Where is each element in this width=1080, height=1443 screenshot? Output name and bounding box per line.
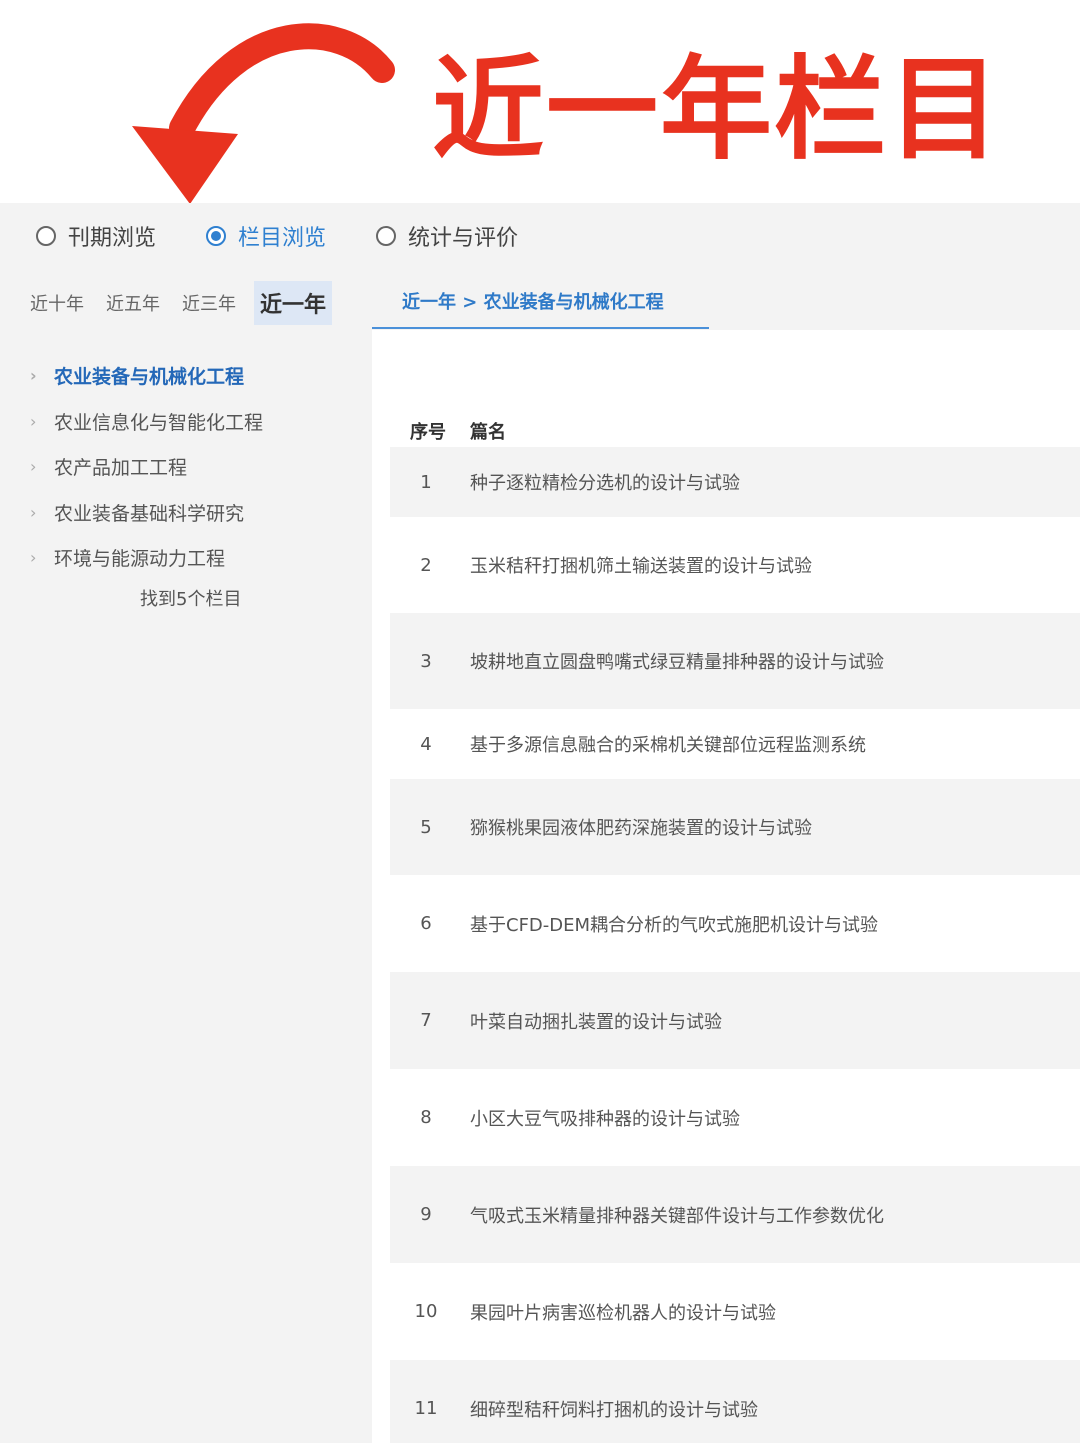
category-count: 找到5个栏目 xyxy=(140,588,242,610)
row-index: 10 xyxy=(414,1301,438,1322)
sidebar-item-environment-energy[interactable]: › 环境与能源动力工程 xyxy=(0,535,370,581)
tab-five-years[interactable]: 近五年 xyxy=(102,284,164,322)
chevron-right-icon: › xyxy=(30,502,37,522)
tab-one-year[interactable]: 近一年 xyxy=(254,281,333,325)
table-row[interactable]: 3 坡耕地直立圆盘鸭嘴式绿豆精量排种器的设计与试验 xyxy=(390,613,1080,709)
radio-selected-icon xyxy=(206,226,227,246)
article-title-link[interactable]: 种子逐粒精检分选机的设计与试验 xyxy=(462,469,1080,495)
red-curved-arrow-icon xyxy=(132,23,395,204)
article-title-link[interactable]: 果园叶片病害巡检机器人的设计与试验 xyxy=(462,1299,1080,1325)
table-row[interactable]: 1 种子逐粒精检分选机的设计与试验 xyxy=(390,447,1080,517)
article-title-link[interactable]: 基于CFD-DEM耦合分析的气吹式施肥机设计与试验 xyxy=(462,911,1080,937)
row-index: 5 xyxy=(420,816,432,838)
table-row[interactable]: 11 细碎型秸秆饲料打捆机的设计与试验 xyxy=(390,1360,1080,1443)
column-header-index: 序号 xyxy=(410,422,446,443)
annotation-title: 近一年栏目 xyxy=(432,45,1002,175)
sidebar-item-label: 农业信息化与智能化工程 xyxy=(54,411,264,434)
chevron-right-icon: › xyxy=(30,457,37,477)
table-row[interactable]: 5 猕猴桃果园液体肥药深施装置的设计与试验 xyxy=(390,779,1080,875)
radio-label: 刊期浏览 xyxy=(68,226,157,251)
sidebar-item-label: 农产品加工工程 xyxy=(54,457,188,480)
radio-statistics[interactable]: 统计与评价 xyxy=(376,220,518,252)
sidebar-item-agri-equipment[interactable]: › 农业装备与机械化工程 xyxy=(0,353,370,399)
radio-label: 栏目浏览 xyxy=(238,226,327,251)
article-title-link[interactable]: 气吸式玉米精量排种器关键部件设计与工作参数优化 xyxy=(462,1202,1080,1228)
sidebar-item-agri-informatization[interactable]: › 农业信息化与智能化工程 xyxy=(0,399,370,445)
annotation-banner: 近一年栏目 xyxy=(0,0,1080,204)
article-title-link[interactable]: 基于多源信息融合的采棉机关键部位远程监测系统 xyxy=(462,731,1080,757)
row-index: 2 xyxy=(420,554,432,576)
table-row[interactable]: 4 基于多源信息融合的采棉机关键部位远程监测系统 xyxy=(390,709,1080,779)
article-table: 1 种子逐粒精检分选机的设计与试验 2 玉米秸秆打捆机筛土输送装置的设计与试验 … xyxy=(390,447,1080,1443)
sidebar-item-label: 农业装备基础科学研究 xyxy=(54,502,245,525)
column-header-title: 篇名 xyxy=(470,422,506,443)
article-title-link[interactable]: 小区大豆气吸排种器的设计与试验 xyxy=(462,1105,1080,1131)
row-index: 7 xyxy=(420,1010,432,1031)
row-index: 8 xyxy=(420,1107,432,1128)
chevron-right-icon: › xyxy=(30,548,37,568)
sidebar-item-label: 农业装备与机械化工程 xyxy=(54,366,245,389)
radio-circle-icon xyxy=(36,226,56,246)
sidebar-item-label: 环境与能源动力工程 xyxy=(54,548,226,571)
article-title-link[interactable]: 玉米秸秆打捆机筛土输送装置的设计与试验 xyxy=(462,552,1080,578)
row-index: 3 xyxy=(420,650,432,672)
article-title-link[interactable]: 细碎型秸秆饲料打捆机的设计与试验 xyxy=(462,1396,1080,1422)
article-title-link[interactable]: 猕猴桃果园液体肥药深施装置的设计与试验 xyxy=(462,814,1080,840)
year-tabs: 近十年 近五年 近三年 近一年 xyxy=(26,281,346,325)
table-row[interactable]: 7 叶菜自动捆扎装置的设计与试验 xyxy=(390,972,1080,1069)
table-row[interactable]: 6 基于CFD-DEM耦合分析的气吹式施肥机设计与试验 xyxy=(390,875,1080,972)
category-sidebar: › 农业装备与机械化工程 › 农业信息化与智能化工程 › 农产品加工工程 › 农… xyxy=(0,353,370,611)
row-index: 4 xyxy=(420,733,432,755)
journal-browse-page: 刊期浏览 栏目浏览 统计与评价 近十年 近五年 近三年 近一年 › 农业装备与机… xyxy=(0,203,1080,1443)
radio-label: 统计与评价 xyxy=(408,226,519,251)
radio-column-browse[interactable]: 栏目浏览 xyxy=(206,220,326,252)
table-row[interactable]: 10 果园叶片病害巡检机器人的设计与试验 xyxy=(390,1263,1080,1360)
table-row[interactable]: 9 气吸式玉米精量排种器关键部件设计与工作参数优化 xyxy=(390,1166,1080,1263)
browse-mode-radio-group: 刊期浏览 栏目浏览 统计与评价 xyxy=(36,221,568,251)
breadcrumb[interactable]: 近一年 > 农业装备与机械化工程 xyxy=(372,289,709,329)
article-title-link[interactable]: 叶菜自动捆扎装置的设计与试验 xyxy=(462,1008,1080,1034)
article-title-link[interactable]: 坡耕地直立圆盘鸭嘴式绿豆精量排种器的设计与试验 xyxy=(462,648,1080,674)
breadcrumb-bar: 近一年 > 农业装备与机械化工程 xyxy=(372,281,1080,329)
radio-circle-icon xyxy=(376,226,397,246)
row-index: 11 xyxy=(414,1398,438,1419)
article-list-panel: 序号 篇名 1 种子逐粒精检分选机的设计与试验 2 玉米秸秆打捆机筛土输送装置的… xyxy=(372,330,1080,1443)
table-header: 序号 篇名 xyxy=(410,418,506,444)
tab-ten-years[interactable]: 近十年 xyxy=(26,284,88,322)
row-index: 6 xyxy=(420,913,432,934)
table-row[interactable]: 2 玉米秸秆打捆机筛土输送装置的设计与试验 xyxy=(390,517,1080,613)
chevron-right-icon: › xyxy=(30,366,37,386)
row-index: 9 xyxy=(420,1204,432,1225)
tab-three-years[interactable]: 近三年 xyxy=(178,284,240,322)
table-row[interactable]: 8 小区大豆气吸排种器的设计与试验 xyxy=(390,1069,1080,1166)
sidebar-item-product-processing[interactable]: › 农产品加工工程 xyxy=(0,444,370,490)
sidebar-item-basic-research[interactable]: › 农业装备基础科学研究 xyxy=(0,490,370,536)
chevron-right-icon: › xyxy=(30,411,37,431)
radio-issue-browse[interactable]: 刊期浏览 xyxy=(36,220,156,252)
row-index: 1 xyxy=(420,471,432,493)
